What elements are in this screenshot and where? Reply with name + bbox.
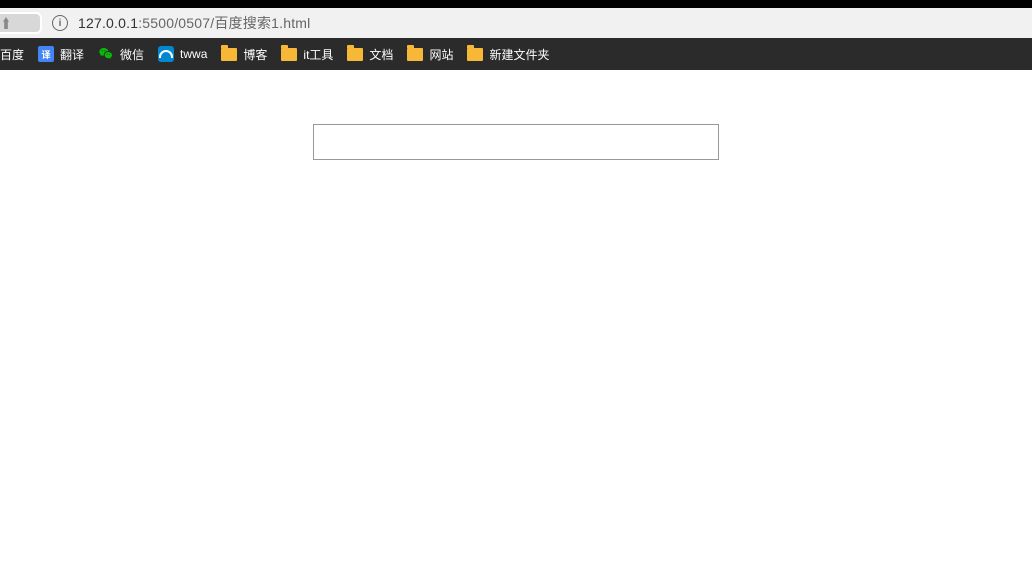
wechat-icon xyxy=(98,46,114,62)
bookmark-label: twwa xyxy=(180,47,207,61)
bookmark-twwa[interactable]: twwa xyxy=(158,46,207,62)
bookmark-ittools[interactable]: it工具 xyxy=(281,46,333,63)
bookmark-label: 博客 xyxy=(243,46,267,63)
page-content xyxy=(0,70,1032,160)
url-display[interactable]: 127.0.0.1:5500/0507/百度搜索1.html xyxy=(78,13,310,33)
bookmarks-bar: 百度 译 翻译 微信 twwa 博客 it工具 文档 网站 新建文件夹 xyxy=(0,38,1032,70)
bookmark-newfolder[interactable]: 新建文件夹 xyxy=(467,46,549,63)
bookmark-wechat[interactable]: 微信 xyxy=(98,46,144,63)
url-host: 127.0.0.1 xyxy=(78,15,138,31)
bookmark-baidu[interactable]: 百度 xyxy=(0,46,24,63)
info-glyph: i xyxy=(59,18,62,29)
search-input[interactable] xyxy=(313,124,719,160)
folder-icon xyxy=(407,48,423,61)
url-path: :5500/0507/百度搜索1.html xyxy=(138,15,310,31)
bookmark-label: 文档 xyxy=(369,46,393,63)
translate-icon: 译 xyxy=(38,46,54,62)
bookmark-label: 新建文件夹 xyxy=(489,46,549,63)
bookmark-label: 百度 xyxy=(0,46,24,63)
bookmark-translate[interactable]: 译 翻译 xyxy=(38,46,84,63)
bookmark-blog[interactable]: 博客 xyxy=(221,46,267,63)
bookmark-label: 网站 xyxy=(429,46,453,63)
tab-strip xyxy=(0,0,1032,8)
bookmark-label: 微信 xyxy=(120,46,144,63)
folder-icon xyxy=(221,48,237,61)
extension-button-icon[interactable] xyxy=(0,12,42,34)
bookmark-docs[interactable]: 文档 xyxy=(347,46,393,63)
folder-icon xyxy=(467,48,483,61)
twwa-icon xyxy=(158,46,174,62)
bookmark-sites[interactable]: 网站 xyxy=(407,46,453,63)
folder-icon xyxy=(347,48,363,61)
site-info-icon[interactable]: i xyxy=(52,15,68,31)
bookmark-label: 翻译 xyxy=(60,46,84,63)
address-bar: i 127.0.0.1:5500/0507/百度搜索1.html xyxy=(0,8,1032,38)
folder-icon xyxy=(281,48,297,61)
bookmark-label: it工具 xyxy=(303,46,333,63)
